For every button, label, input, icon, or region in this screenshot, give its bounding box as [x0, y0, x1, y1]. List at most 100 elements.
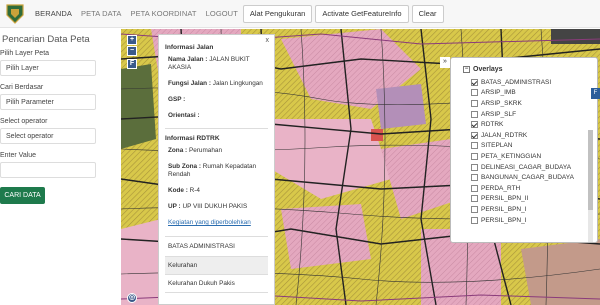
layer-label: Pilih Layer Peta: [0, 50, 50, 57]
kegiatan-link[interactable]: Kegiatan yang diperbolehkan: [168, 219, 268, 226]
popup-divider: [165, 128, 268, 129]
overlay-item[interactable]: PERSIL_BPN_I: [471, 215, 597, 226]
layer-select[interactable]: Pilih Layer: [0, 60, 96, 76]
search-sidebar: Pencarian Data Peta Pilih Layer Peta Pil…: [0, 29, 120, 305]
up-row: UP : UP VIII DUKUH PAKIS: [168, 203, 268, 211]
overlay-scrollbar[interactable]: [588, 130, 593, 242]
overlay-label: PERSIL_BPN_I: [481, 205, 527, 213]
zoom-out-button[interactable]: −: [127, 46, 137, 56]
zona-key: Zona :: [168, 147, 188, 154]
overlay-checkbox[interactable]: [471, 131, 478, 139]
kode-row: Kode : R-4: [168, 187, 268, 195]
overlay-label: ARSIP_SKRK: [481, 99, 522, 107]
layer-f-button[interactable]: F: [127, 59, 137, 69]
nav-peta-data[interactable]: PETA DATA: [81, 9, 122, 18]
admin-item-kelurahan-dukuh-pakis[interactable]: Kelurahan Dukuh Pakis: [165, 275, 268, 293]
overlay-item[interactable]: ARSIP_IMB: [471, 88, 597, 99]
overlay-item[interactable]: PERSIL_BPN_II: [471, 194, 597, 205]
up-key: UP :: [168, 203, 181, 210]
overlay-item[interactable]: PETA_KETINGGIAN: [471, 151, 597, 162]
operator-select[interactable]: Select operator: [0, 128, 96, 144]
overlay-checkbox[interactable]: [471, 89, 478, 97]
app-root: BERANDA PETA DATA PETA KOORDINAT LOGOUT …: [0, 0, 600, 305]
subzona-key: Sub Zona :: [168, 163, 202, 170]
overlay-item[interactable]: SITEPLAN: [471, 141, 597, 152]
gsp-key: GSP :: [168, 96, 186, 103]
gsp-row: GSP :: [168, 96, 268, 104]
collapse-minus-icon[interactable]: −: [463, 66, 470, 73]
overlays-heading[interactable]: − Overlays: [463, 66, 597, 73]
measure-tool-button[interactable]: Alat Pengukuran: [242, 4, 313, 23]
subzona-row: Sub Zona : Rumah Kepadatan Rendah: [168, 163, 268, 179]
overlays-title: Overlays: [473, 66, 503, 73]
admin-item-kelurahan[interactable]: Kelurahan: [165, 257, 268, 275]
layer-switcher-collapse-icon[interactable]: »: [440, 57, 450, 68]
overlay-label: ARSIP_IMB: [481, 89, 516, 97]
overlay-checkbox[interactable]: [471, 110, 478, 118]
kode-key: Kode :: [168, 187, 188, 194]
nav-peta-koordinat[interactable]: PETA KOORDINAT: [130, 9, 196, 18]
nama-jalan-key: Nama Jalan :: [168, 56, 208, 63]
overlay-checkbox[interactable]: [471, 152, 478, 160]
zona-value: Perumahan: [188, 147, 222, 154]
enter-value-label: Enter Value: [0, 152, 37, 159]
overlay-label: PERDA_RTH: [481, 184, 521, 192]
overlay-label: PERSIL_BPN_I: [481, 216, 527, 224]
close-icon[interactable]: x: [266, 37, 270, 44]
overlay-item[interactable]: BATAS_ADMINISTRASI: [471, 77, 597, 88]
overlay-item[interactable]: BANGUNAN_CAGAR_BUDAYA: [471, 172, 597, 183]
overlay-checkbox[interactable]: [471, 216, 478, 224]
overlay-checkbox[interactable]: [471, 205, 478, 213]
nama-jalan-row: Nama Jalan : JALAN BUKIT AKASIA: [168, 56, 268, 72]
operator-label: Select operator: [0, 118, 48, 125]
overlay-checkbox[interactable]: [471, 184, 478, 192]
overlay-checkbox[interactable]: [471, 195, 478, 203]
parameter-select[interactable]: Pilih Parameter: [0, 94, 96, 110]
scrollbar-thumb[interactable]: [588, 130, 593, 210]
overlay-item[interactable]: ARSIP_SLF: [471, 109, 597, 120]
overlay-label: JALAN_RDTRK: [481, 131, 528, 139]
overlay-checkbox[interactable]: [471, 99, 478, 107]
jalan-section-title: Informasi Jalan: [165, 44, 214, 51]
overlay-checkbox[interactable]: [471, 163, 478, 171]
activate-getfeatureinfo-button[interactable]: Activate GetFeatureInfo: [315, 4, 409, 23]
up-value: UP VIII DUKUH PAKIS: [182, 203, 248, 210]
overlay-checkbox[interactable]: [471, 174, 478, 182]
overlay-checkbox[interactable]: [471, 78, 478, 86]
fullscreen-f-button[interactable]: F: [591, 88, 600, 99]
fungsi-jalan-key: Fungsi Jalan :: [168, 80, 211, 87]
overlay-item[interactable]: PERDA_RTH: [471, 183, 597, 194]
fungsi-jalan-value: Jalan Lingkungan: [212, 80, 263, 87]
value-input[interactable]: [0, 162, 96, 178]
overlay-item[interactable]: RDTRK: [471, 119, 597, 130]
overlay-item[interactable]: ARSIP_SKRK: [471, 98, 597, 109]
overlay-label: SITEPLAN: [481, 142, 513, 150]
rdtrk-section-title: Informasi RDTRK: [165, 135, 220, 142]
overlay-checkbox[interactable]: [471, 121, 478, 129]
overlay-label: RDTRK: [481, 121, 504, 129]
nav-logout[interactable]: LOGOUT: [206, 9, 238, 18]
overlay-list: BATAS_ADMINISTRASI ARSIP_IMB ARSIP_SKRK ARS…: [463, 77, 597, 225]
kode-value: R-4: [189, 187, 200, 194]
compass-icon[interactable]: ◎: [127, 293, 137, 303]
overlay-label: DELINEASI_CAGAR_BUDAYA: [481, 163, 572, 171]
cari-berdasar-label: Cari Berdasar: [0, 84, 44, 91]
overlay-label: PERSIL_BPN_II: [481, 195, 529, 203]
overlay-item[interactable]: DELINEASI_CAGAR_BUDAYA: [471, 162, 597, 173]
layer-switcher-panel: − Overlays BATAS_ADMINISTRASI ARSIP_IMB AR…: [450, 57, 598, 243]
sidebar-title: Pencarian Data Peta: [2, 34, 90, 45]
orientasi-row: Orientasi :: [168, 112, 268, 120]
overlay-label: BANGUNAN_CAGAR_BUDAYA: [481, 174, 574, 182]
overlay-label: ARSIP_SLF: [481, 110, 517, 118]
overlay-item[interactable]: JALAN_RDTRK: [471, 130, 597, 141]
nav-beranda[interactable]: BERANDA: [35, 9, 72, 18]
cari-data-button[interactable]: CARI DATA: [0, 187, 45, 204]
clear-button[interactable]: Clear: [411, 4, 444, 23]
city-logo[interactable]: [4, 3, 26, 25]
overlay-item[interactable]: PERSIL_BPN_I: [471, 204, 597, 215]
fungsi-jalan-row: Fungsi Jalan : Jalan Lingkungan: [168, 80, 268, 88]
batas-administrasi-heading: BATAS ADMINISTRASI: [165, 236, 268, 257]
overlay-checkbox[interactable]: [471, 142, 478, 150]
zoom-in-button[interactable]: +: [127, 35, 137, 45]
overlay-label: PETA_KETINGGIAN: [481, 152, 542, 160]
